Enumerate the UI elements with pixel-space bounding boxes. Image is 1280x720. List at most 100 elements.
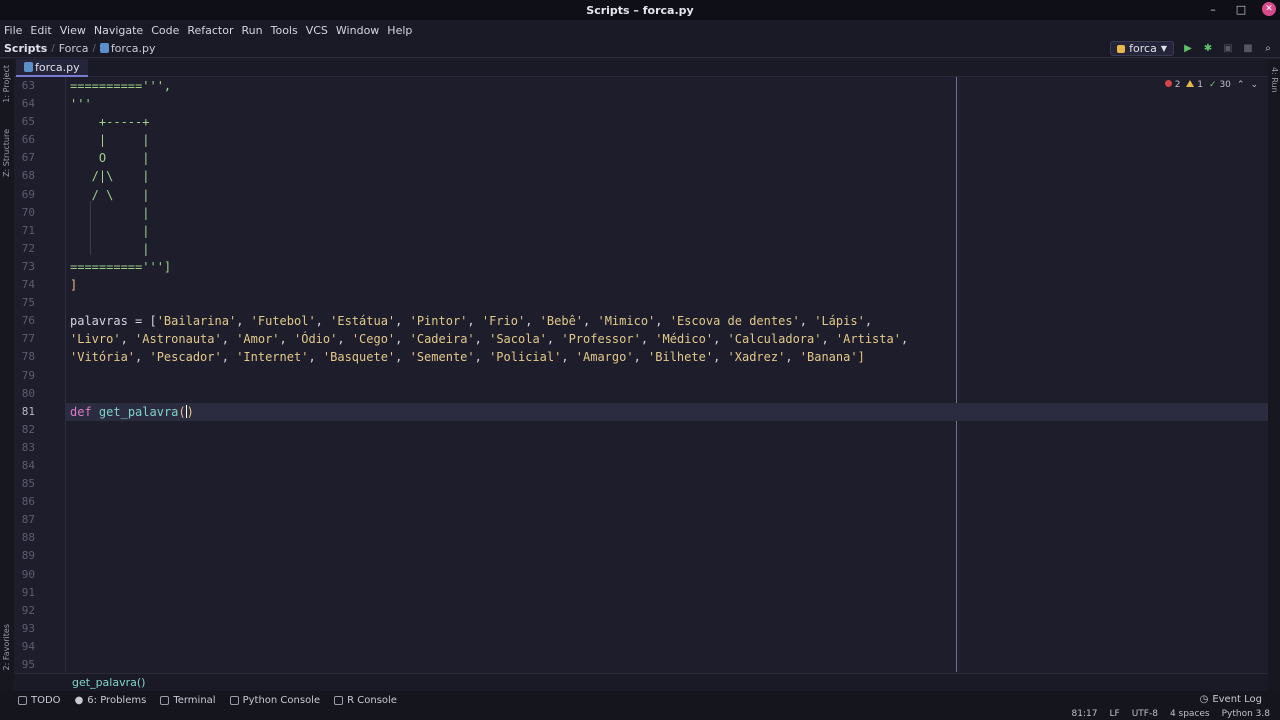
run-icon[interactable]: ▶ [1182, 43, 1194, 55]
line-number: 87 [21, 513, 35, 527]
string-literal: 'Frio' [481, 314, 526, 329]
weak-warning-icon: ✓ [1209, 80, 1217, 90]
string-literal: 'Futebol' [250, 314, 316, 329]
comma-separator: , [900, 332, 909, 347]
indent-setting[interactable]: 4 spaces [1170, 709, 1210, 720]
todo-tool-button[interactable]: TODO [18, 695, 61, 706]
search-icon[interactable]: ⌕ [1262, 43, 1274, 55]
error-count-value: 2 [1174, 80, 1181, 90]
status-bar-widgets: 81:17 LF UTF-8 4 spaces Python 3.8 [1072, 709, 1270, 720]
code-editor[interactable]: ==========''', ''' +-----+ | | O | /|\ |… [66, 77, 1268, 672]
close-icon[interactable]: ✕ [1262, 2, 1276, 16]
minimize-icon[interactable]: – [1206, 3, 1220, 16]
string-literal: 'Bailarina' [156, 314, 237, 329]
terminal-label: Terminal [173, 694, 216, 706]
breadcrumb-separator: / [92, 43, 96, 54]
terminal-tool-button[interactable]: Terminal [160, 694, 216, 706]
inspection-widget[interactable]: 2 1 ✓ 30 ⌃ ⌄ [1164, 80, 1258, 90]
string-literal: 'Astronauta' [135, 332, 222, 347]
comma-separator: , [546, 332, 562, 347]
chevron-down-icon[interactable]: ⌄ [1250, 80, 1258, 90]
comma-separator: , [221, 332, 237, 347]
caret-position[interactable]: 81:17 [1072, 709, 1098, 720]
line-number: 66 [21, 133, 35, 147]
string-literal: 'Xadrez' [727, 350, 786, 365]
menu-navigate[interactable]: Navigate [90, 24, 147, 37]
line-number: 74 [21, 278, 35, 292]
line-number: 78 [21, 350, 35, 364]
menu-tools[interactable]: Tools [267, 24, 302, 37]
tab-forca-py[interactable]: forca.py [16, 59, 88, 77]
r-console-tool-button[interactable]: R Console [334, 695, 397, 706]
breadcrumb-function[interactable]: get_palavra() [72, 676, 145, 689]
python-interpreter[interactable]: Python 3.8 [1222, 709, 1270, 720]
menu-file[interactable]: File [0, 24, 26, 37]
comma-separator: , [395, 314, 410, 329]
menu-edit[interactable]: Edit [26, 24, 55, 37]
breadcrumb-project[interactable]: Scripts [4, 42, 47, 55]
file-encoding[interactable]: UTF-8 [1132, 709, 1158, 720]
r-console-icon [334, 695, 344, 705]
event-log-button[interactable]: ◷ Event Log [1200, 694, 1262, 705]
menu-vcs[interactable]: VCS [302, 24, 332, 37]
comma-separator: , [655, 314, 670, 329]
weak-warning-count: ✓ 30 [1209, 80, 1231, 90]
menu-code[interactable]: Code [147, 24, 183, 37]
problems-tool-button[interactable]: ● 6: Problems [75, 695, 147, 706]
maximize-icon[interactable]: □ [1234, 3, 1248, 16]
line-separator[interactable]: LF [1109, 709, 1119, 720]
comma-separator: , [474, 350, 490, 365]
string-literal: 'Livro' [70, 332, 121, 347]
closing-bracket: ] [70, 278, 78, 293]
string-literal: 'Lápis' [814, 314, 865, 329]
comma-separator: , [308, 350, 323, 365]
line-number: 93 [21, 621, 35, 635]
code-line-71: | [66, 222, 1268, 240]
menu-bar: File Edit View Navigate Code Refactor Ru… [0, 20, 1280, 40]
project-tool-button[interactable]: 1: Project [2, 65, 11, 103]
line-number: 77 [21, 332, 35, 346]
string-literal: ''' [70, 97, 92, 112]
code-line-70: | [66, 204, 1268, 222]
python-file-icon [24, 62, 33, 72]
menu-run[interactable]: Run [238, 24, 267, 37]
comma-separator: , [821, 332, 836, 347]
string-literal: 'Pescador' [149, 350, 222, 365]
string-literal: /|\ | [70, 169, 150, 184]
chevron-up-icon[interactable]: ⌃ [1237, 80, 1245, 90]
coverage-icon[interactable]: ▣ [1222, 43, 1234, 55]
menu-refactor[interactable]: Refactor [183, 24, 237, 37]
menu-view[interactable]: View [56, 24, 90, 37]
line-number-gutter: 63 64 65 66 67 68 69 70 71 72 73 74 75 7… [14, 77, 66, 672]
string-literal: O | [70, 151, 150, 166]
menu-window[interactable]: Window [332, 24, 383, 37]
comma-separator: , [713, 350, 728, 365]
run-tool-button[interactable]: 4: Run [1270, 67, 1279, 93]
structure-tool-button[interactable]: Z: Structure [2, 129, 11, 177]
comma-separator: , [135, 350, 150, 365]
line-number: 73 [21, 259, 35, 273]
line-number-active: 81 [21, 404, 35, 418]
menu-help[interactable]: Help [383, 24, 416, 37]
string-literal: 'Escova de dentes' [669, 314, 800, 329]
stop-icon[interactable]: ■ [1242, 43, 1254, 55]
string-literal: 'Cego' [351, 332, 396, 347]
code-line-78: 'Vitória', 'Pescador', 'Internet', 'Basq… [66, 348, 1268, 366]
debug-icon[interactable]: ✱ [1202, 43, 1214, 55]
favorites-tool-button[interactable]: 2: Favorites [2, 624, 11, 670]
line-number: 70 [21, 205, 35, 219]
run-configuration-selector[interactable]: forca ▼ [1110, 41, 1174, 56]
todo-icon [18, 695, 27, 705]
code-line-72: | [66, 240, 1268, 258]
comma-separator: , [525, 314, 540, 329]
navigation-bar: Scripts / Forca / forca.py [0, 40, 1280, 58]
comma-separator: , [785, 350, 800, 365]
string-literal: 'Bebê' [539, 314, 584, 329]
comma-separator: , [315, 314, 331, 329]
breadcrumb-file[interactable]: forca.py [99, 42, 155, 55]
breadcrumb-folder[interactable]: Forca [59, 42, 89, 55]
python-console-tool-button[interactable]: Python Console [229, 695, 320, 706]
